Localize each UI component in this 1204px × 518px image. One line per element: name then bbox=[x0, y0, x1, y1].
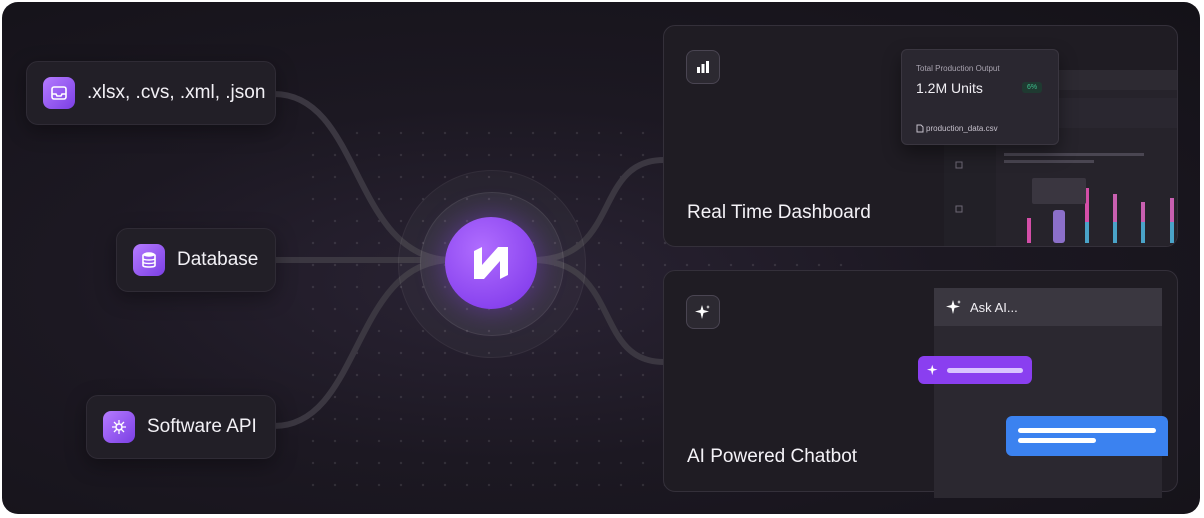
tooltip-value: 1.2M Units bbox=[916, 80, 983, 96]
source-label: Database bbox=[177, 249, 259, 270]
sparkle-icon bbox=[686, 295, 720, 329]
ai-message-bubble bbox=[918, 356, 1032, 384]
chat-header: Ask AI... bbox=[934, 288, 1162, 326]
database-icon bbox=[133, 244, 165, 276]
n-logo-icon bbox=[474, 247, 508, 279]
tooltip-badge: 6% bbox=[1022, 82, 1043, 93]
source-database: Database bbox=[116, 228, 276, 292]
inbox-icon bbox=[43, 77, 75, 109]
production-tooltip: Total Production Output 1.2M Units 6% pr… bbox=[901, 49, 1059, 145]
sparkle-icon bbox=[927, 364, 938, 376]
file-icon bbox=[916, 124, 924, 133]
hub-node bbox=[445, 217, 537, 309]
ask-ai-prompt: Ask AI... bbox=[970, 299, 1018, 315]
message-placeholder-line bbox=[947, 367, 1023, 373]
bar-chart-icon bbox=[686, 50, 720, 84]
tooltip-file: production_data.csv bbox=[926, 124, 998, 133]
tooltip-label: Total Production Output bbox=[916, 64, 1000, 73]
source-label: .xlsx, .cvs, .xml, .json bbox=[87, 82, 266, 103]
source-label: Software API bbox=[147, 416, 257, 437]
user-message-bubble bbox=[1006, 416, 1168, 456]
api-network-icon bbox=[103, 411, 135, 443]
message-placeholder-line bbox=[1018, 428, 1156, 433]
dashboard-title: Real Time Dashboard bbox=[687, 202, 871, 223]
chatbot-title: AI Powered Chatbot bbox=[687, 446, 858, 467]
integration-diagram: .xlsx, .cvs, .xml, .json Database Softwa… bbox=[2, 2, 1200, 514]
sparkle-icon bbox=[946, 300, 961, 314]
source-file-formats: .xlsx, .cvs, .xml, .json bbox=[26, 61, 276, 125]
message-placeholder-line bbox=[1018, 438, 1096, 443]
source-software-api: Software API bbox=[86, 395, 276, 459]
